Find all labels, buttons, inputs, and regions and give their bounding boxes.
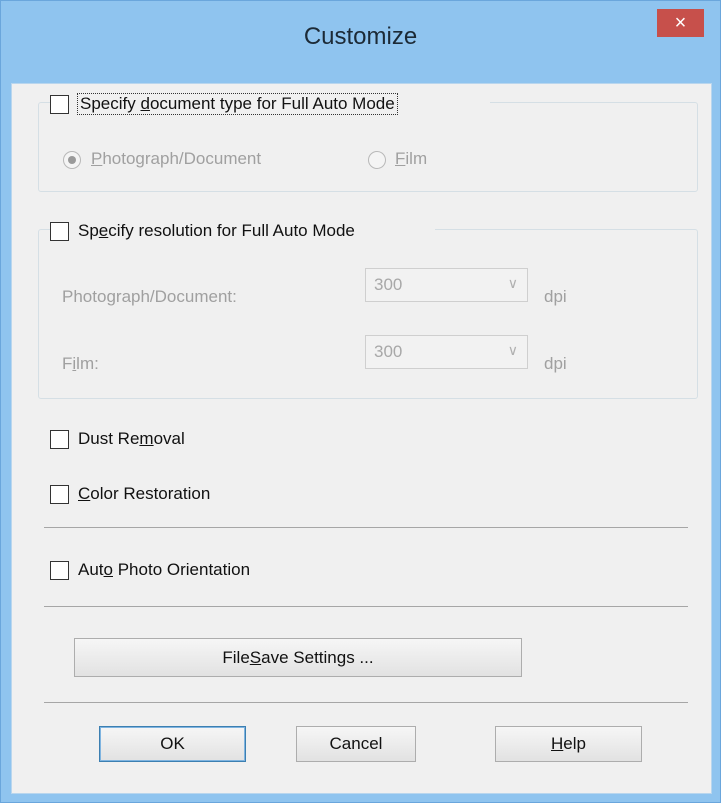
resolution-group — [38, 229, 698, 399]
separator — [44, 702, 688, 703]
film-resolution-select[interactable]: 300 ∨ — [365, 335, 528, 369]
title-bar[interactable]: Customize × — [1, 1, 720, 83]
photograph-document-resolution-select[interactable]: 300 ∨ — [365, 268, 528, 302]
radio-photograph-document-label: Photograph/Document — [91, 149, 262, 168]
photograph-document-resolution-value: 300 — [374, 275, 403, 294]
dust-removal-label[interactable]: Dust Removal — [78, 429, 185, 449]
separator — [44, 606, 688, 607]
ok-button[interactable]: OK — [99, 726, 246, 762]
customize-dialog: Customize × Specify document type for Fu… — [0, 0, 721, 803]
file-save-settings-button[interactable]: File Save Settings ... — [74, 638, 522, 677]
resolution-checkbox[interactable] — [50, 222, 69, 241]
help-button[interactable]: Help — [495, 726, 642, 762]
radio-film-label: Film — [395, 149, 428, 168]
radio-photograph-document[interactable] — [63, 151, 81, 169]
film-dpi-unit: dpi — [544, 354, 567, 373]
chevron-down-icon: ∨ — [507, 275, 518, 291]
separator — [44, 527, 688, 528]
photograph-document-dpi-unit: dpi — [544, 287, 567, 306]
close-button[interactable]: × — [657, 9, 704, 37]
dust-removal-checkbox[interactable] — [50, 430, 69, 449]
color-restoration-label[interactable]: Color Restoration — [78, 484, 210, 504]
close-icon: × — [674, 12, 687, 34]
document-type-checkbox-row[interactable]: Specify document type for Full Auto Mode — [50, 93, 490, 119]
auto-photo-orientation-checkbox[interactable] — [50, 561, 69, 580]
film-resolution-value: 300 — [374, 342, 403, 361]
dialog-title: Customize — [303, 23, 418, 50]
radio-film[interactable] — [368, 151, 386, 169]
chevron-down-icon: ∨ — [507, 342, 518, 358]
document-type-checkbox[interactable] — [50, 95, 69, 114]
cancel-button[interactable]: Cancel — [296, 726, 416, 762]
dialog-body: Specify document type for Full Auto Mode… — [11, 83, 712, 794]
resolution-label: Specify resolution for Full Auto Mode — [78, 221, 355, 240]
resolution-checkbox-row[interactable]: Specify resolution for Full Auto Mode — [50, 220, 435, 246]
auto-photo-orientation-label[interactable]: Auto Photo Orientation — [78, 560, 250, 580]
photograph-document-resolution-label: Photograph/Document: — [62, 287, 237, 306]
film-resolution-label: Film: — [62, 354, 99, 373]
color-restoration-checkbox[interactable] — [50, 485, 69, 504]
document-type-label: Specify document type for Full Auto Mode — [77, 93, 398, 115]
